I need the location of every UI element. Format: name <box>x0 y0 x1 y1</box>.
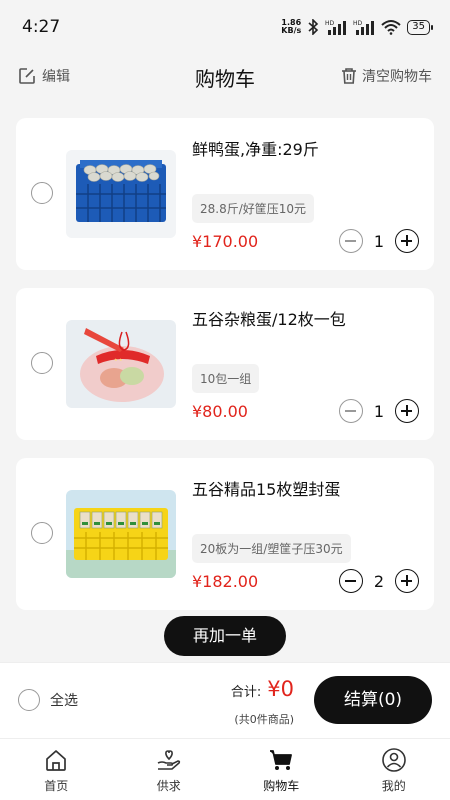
svg-text:HD: HD <box>325 20 335 27</box>
product-image[interactable] <box>66 490 176 578</box>
net-speed: 1.86 KB/s <box>281 18 302 35</box>
signal-icon-2: HD <box>353 20 375 35</box>
decrease-button[interactable] <box>339 229 363 253</box>
checkout-button[interactable]: 结算(0) <box>314 676 432 724</box>
select-all-label: 全选 <box>50 693 78 709</box>
product-spec[interactable]: 20板为一组/塑筐子压30元 <box>192 534 351 563</box>
item-count: (共0件商品) <box>234 713 294 726</box>
increase-button[interactable] <box>395 229 419 253</box>
select-all-radio[interactable] <box>18 689 40 711</box>
egg-pack-red-bag-image: ★ ★ <box>66 320 176 408</box>
item-select-checkbox[interactable] <box>31 182 53 204</box>
product-image[interactable]: ★ ★ <box>66 320 176 408</box>
status-icons: 1.86 KB/s HD HD 35 <box>281 17 433 37</box>
decrease-button[interactable] <box>339 399 363 423</box>
clear-cart-button[interactable]: 清空购物车 <box>341 66 432 86</box>
battery-indicator: 35 <box>407 19 433 35</box>
product-price: ¥80.00 <box>192 402 248 421</box>
tab-bar: 首页 供求 购物车 我的 <box>0 738 450 800</box>
cart-item: 鲜鸭蛋,净重:29斤 28.8斤/好筐压10元 ¥170.00 1 <box>16 118 434 270</box>
checkout-bar: 全选 合计: ¥0 (共0件商品) 结算(0) <box>0 662 450 738</box>
quantity-value: 1 <box>373 401 385 421</box>
bluetooth-icon <box>308 19 319 35</box>
product-price: ¥170.00 <box>192 232 259 251</box>
product-spec[interactable]: 10包一组 <box>192 364 260 393</box>
product-name[interactable]: 五谷杂粮蛋/12枚一包 <box>192 306 346 330</box>
hand-heart-icon <box>157 750 180 770</box>
wifi-icon <box>381 20 401 35</box>
clear-cart-label: 清空购物车 <box>362 69 432 85</box>
tab-home[interactable]: 首页 <box>0 739 113 800</box>
quantity-stepper: 2 <box>339 569 419 593</box>
quantity-stepper: 1 <box>339 229 419 253</box>
tab-label: 供求 <box>156 779 181 793</box>
tab-label: 购物车 <box>263 779 300 793</box>
quantity-value: 1 <box>373 231 385 251</box>
select-all-checkbox[interactable]: 全选 <box>18 689 78 711</box>
total-line: 合计: ¥0 <box>231 677 294 701</box>
product-image[interactable] <box>66 150 176 238</box>
status-time: 4:27 <box>22 17 61 37</box>
reorder-button[interactable]: 再加一单 <box>164 616 286 656</box>
cart-item: ★ ★ 五谷杂粮蛋/12枚一包 10包一组 ¥80.00 1 <box>16 288 434 440</box>
increase-button[interactable] <box>395 569 419 593</box>
total-amount: ¥0 <box>267 677 294 701</box>
svg-text:★ ★: ★ ★ <box>114 357 123 362</box>
product-price: ¥182.00 <box>192 572 259 591</box>
tab-mine[interactable]: 我的 <box>338 739 450 800</box>
tab-supply[interactable]: 供求 <box>113 739 226 800</box>
sealed-eggs-yellow-crate-image <box>66 490 176 578</box>
product-name[interactable]: 鲜鸭蛋,净重:29斤 <box>192 136 319 160</box>
cart-icon <box>270 750 293 770</box>
status-bar: 4:27 1.86 KB/s HD HD 35 <box>0 0 450 56</box>
product-name[interactable]: 五谷精品15枚塑封蛋 <box>192 476 340 500</box>
product-spec[interactable]: 28.8斤/好筐压10元 <box>192 194 315 223</box>
tab-cart[interactable]: 购物车 <box>225 739 338 800</box>
decrease-button[interactable] <box>339 569 363 593</box>
item-select-checkbox[interactable] <box>31 522 53 544</box>
user-icon <box>381 748 406 772</box>
total-label: 合计: <box>230 685 262 700</box>
increase-button[interactable] <box>395 399 419 423</box>
tab-label: 首页 <box>44 779 69 793</box>
cart-item: 五谷精品15枚塑封蛋 20板为一组/塑筐子压30元 ¥182.00 2 <box>16 458 434 610</box>
duck-eggs-blue-crate-image <box>66 150 176 238</box>
nav-header: 编辑 购物车 清空购物车 <box>0 56 450 106</box>
cart-list: 鲜鸭蛋,净重:29斤 28.8斤/好筐压10元 ¥170.00 1 ★ ★ 五谷… <box>0 106 450 662</box>
home-icon <box>46 750 67 771</box>
quantity-value: 2 <box>373 571 385 591</box>
quantity-stepper: 1 <box>339 399 419 423</box>
svg-text:HD: HD <box>353 20 363 27</box>
signal-icon: HD <box>325 20 347 35</box>
trash-icon <box>342 68 356 84</box>
item-select-checkbox[interactable] <box>31 352 53 374</box>
tab-label: 我的 <box>381 779 406 793</box>
